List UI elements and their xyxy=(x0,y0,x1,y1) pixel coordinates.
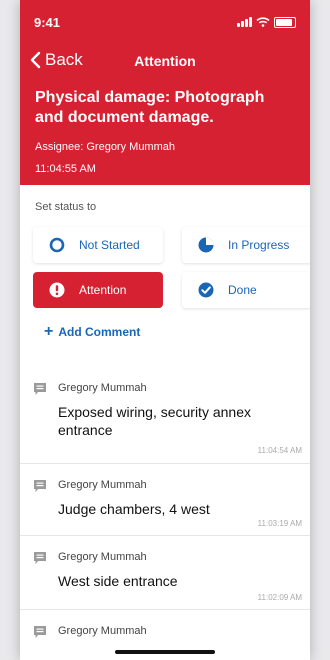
battery-icon xyxy=(274,16,296,28)
comment-author: Gregory Mummah xyxy=(58,382,147,394)
comment-author: Gregory Mummah xyxy=(58,551,147,563)
comment-list: Gregory Mummah Exposed wiring, security … xyxy=(20,367,310,660)
comment-time: 11:02:09 AM xyxy=(257,593,302,602)
clock: 9:41 xyxy=(34,14,61,30)
set-status-label: Set status to xyxy=(35,201,97,213)
status-bar: 9:41 xyxy=(20,0,310,44)
comment-text: West side entrance xyxy=(58,573,178,589)
comment-item[interactable]: Gregory Mummah West side entrance 11:02:… xyxy=(20,536,310,610)
clock-icon xyxy=(198,237,214,253)
add-comment-button[interactable]: + Add Comment xyxy=(44,323,141,340)
status-label: In Progress xyxy=(228,238,290,252)
status-attention-button[interactable]: Attention xyxy=(33,272,163,308)
comment-author: Gregory Mummah xyxy=(58,625,147,637)
comment-text: Judge chambers, 4 west xyxy=(58,501,210,517)
nav-bar: Back Attention xyxy=(20,48,310,74)
status-label: Done xyxy=(228,283,257,297)
plus-icon: + xyxy=(44,323,54,340)
add-comment-label: Add Comment xyxy=(58,325,141,339)
comment-text: Exposed wiring, security annex entrance xyxy=(58,404,251,438)
assignee-text: Assignee: Gregory Mummah xyxy=(35,141,175,153)
incident-header: 9:41 Back Attention Physical damage: Pho… xyxy=(20,0,310,185)
status-label: Attention xyxy=(79,283,127,297)
status-not-started-button[interactable]: Not Started xyxy=(33,227,163,263)
status-in-progress-button[interactable]: In Progress xyxy=(182,227,310,263)
check-circle-icon xyxy=(198,282,214,298)
comment-icon xyxy=(34,383,46,395)
status-icons xyxy=(237,16,296,28)
comment-icon xyxy=(34,552,46,564)
status-label: Not Started xyxy=(79,238,140,252)
comment-item[interactable]: Gregory Mummah Exposed wiring, security … xyxy=(20,367,310,464)
nav-title: Attention xyxy=(134,53,196,69)
signal-icon xyxy=(237,17,252,27)
status-done-button[interactable]: Done xyxy=(182,272,310,308)
comment-author: Gregory Mummah xyxy=(58,479,147,491)
exclamation-icon xyxy=(49,282,65,298)
home-indicator[interactable] xyxy=(115,650,215,654)
incident-time: 11:04:55 AM xyxy=(35,163,96,175)
comment-icon xyxy=(34,626,46,638)
comment-time: 11:03:19 AM xyxy=(257,519,302,528)
comment-icon xyxy=(34,480,46,492)
wifi-icon xyxy=(256,17,270,27)
phone-screen: 9:41 Back Attention Physical damage: Pho… xyxy=(20,0,310,660)
comment-time: 11:04:54 AM xyxy=(257,446,302,455)
incident-title: Physical damage: Photograph and document… xyxy=(35,89,265,126)
comment-item[interactable]: Gregory Mummah Judge chambers, 4 west 11… xyxy=(20,464,310,536)
status-section: Set status to Not Started In Progress At… xyxy=(20,185,310,367)
empty-circle-icon xyxy=(49,237,65,253)
